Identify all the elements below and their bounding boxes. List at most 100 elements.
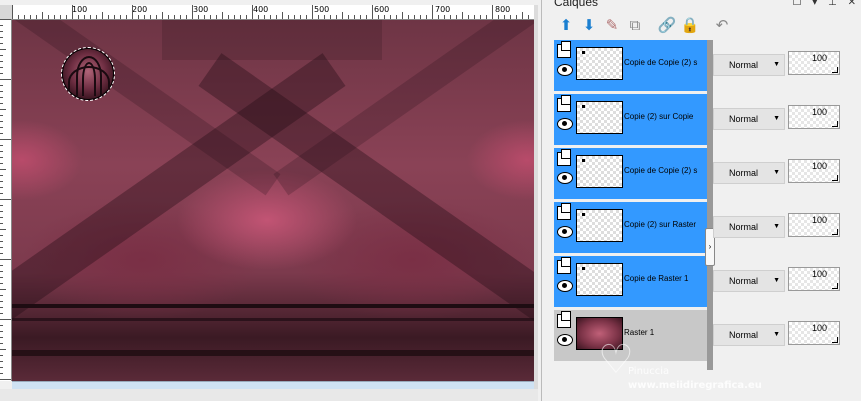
layer-group-icon[interactable] — [557, 149, 571, 166]
ruler-tick — [0, 157, 3, 158]
layer-row[interactable]: Copie (2) sur Copie — [554, 94, 707, 148]
ruler-tick — [0, 313, 3, 314]
ruler-tick — [0, 247, 3, 248]
opacity-field[interactable]: 100 — [788, 213, 840, 237]
ruler-tick — [294, 15, 295, 19]
ruler-tick — [498, 15, 499, 19]
ruler-tick — [0, 235, 3, 236]
ruler-tick — [0, 373, 3, 374]
ruler-tick — [0, 145, 3, 146]
undo-icon[interactable]: ↶ — [712, 16, 732, 36]
layer-properties: Normal ▼ 100 — [713, 40, 861, 91]
eye-icon[interactable] — [557, 64, 573, 76]
ruler-tick — [0, 289, 6, 290]
ruler-tick — [0, 283, 3, 284]
ruler-tick — [258, 15, 259, 19]
ruler-tick — [0, 163, 3, 164]
chevron-down-icon[interactable]: ▾ — [812, 0, 817, 8]
eye-icon[interactable] — [557, 172, 573, 184]
restore-icon[interactable]: ☐ — [793, 0, 802, 8]
layer-group-icon[interactable] — [557, 257, 571, 274]
ruler-tick — [408, 15, 409, 19]
pin-icon[interactable]: ⊥ — [828, 0, 837, 8]
vertical-scrollbar[interactable] — [534, 5, 538, 389]
ruler-tick — [36, 15, 37, 19]
canvas-shape — [198, 53, 534, 327]
ruler-tick — [0, 97, 3, 98]
close-icon[interactable]: ✕ — [848, 0, 856, 8]
ruler-tick — [486, 15, 487, 19]
ruler-tick — [0, 337, 3, 338]
opacity-field[interactable]: 100 — [788, 105, 840, 129]
layer-group-icon[interactable] — [557, 311, 571, 328]
duplicate-icon[interactable]: ⧉ — [625, 16, 645, 36]
eye-icon[interactable] — [557, 280, 573, 292]
ruler-tick — [0, 31, 3, 32]
layer-row[interactable]: Copie de Raster 1 — [554, 256, 707, 310]
layer-name: Copie (2) sur Copie — [624, 112, 694, 121]
chevron-down-icon: ▼ — [773, 223, 780, 230]
layer-group-icon[interactable] — [557, 203, 571, 220]
layer-thumbnail — [576, 101, 623, 134]
ruler-tick — [0, 259, 11, 260]
blend-mode-select[interactable]: Normal ▼ — [713, 216, 785, 238]
ruler-tick — [336, 15, 337, 19]
ruler-tick — [282, 12, 283, 19]
layer-list: Copie de Copie (2) s Copie (2) sur Copie… — [554, 40, 707, 365]
ruler-tick — [12, 5, 13, 19]
arrange-up-icon[interactable]: ⬆ — [556, 16, 576, 36]
ruler-tick — [156, 15, 157, 19]
layer-thumbnail — [576, 155, 623, 188]
layer-row[interactable]: Copie de Copie (2) s — [554, 40, 707, 94]
brush-icon[interactable]: ✎ — [602, 16, 622, 36]
ruler-tick — [0, 199, 11, 200]
ruler-tick — [48, 15, 49, 19]
ruler-tick — [366, 15, 367, 19]
ruler-tick — [0, 379, 11, 380]
ruler-tick — [270, 15, 271, 19]
ruler-label: 200 — [132, 5, 148, 14]
ruler-tick — [234, 15, 235, 19]
layer-group-icon[interactable] — [557, 95, 571, 112]
ruler-label: 100 — [72, 5, 88, 14]
arrange-down-icon[interactable]: ⬇ — [579, 16, 599, 36]
layer-row[interactable]: Copie de Copie (2) s — [554, 148, 707, 202]
link-icon[interactable]: 🔗 — [657, 16, 677, 36]
ruler-tick — [120, 15, 121, 19]
ruler-tick — [0, 277, 3, 278]
blend-mode-select[interactable]: Normal ▼ — [713, 270, 785, 292]
ruler-tick — [0, 115, 3, 116]
blend-mode-select[interactable]: Normal ▼ — [713, 162, 785, 184]
ruler-tick — [0, 331, 3, 332]
ruler-tick — [450, 15, 451, 19]
canvas-band — [12, 350, 534, 356]
ruler-tick — [384, 15, 385, 19]
layer-properties: Normal ▼ 100 — [713, 256, 861, 307]
ruler-tick — [162, 12, 163, 19]
eye-icon[interactable] — [557, 118, 573, 130]
blend-mode-select[interactable]: Normal ▼ — [713, 108, 785, 130]
blend-mode-select[interactable]: Normal ▼ — [713, 54, 785, 76]
ruler-tick — [288, 15, 289, 19]
layer-name: Copie de Raster 1 — [624, 274, 689, 283]
ruler-tick — [0, 121, 3, 122]
opacity-field[interactable]: 100 — [788, 51, 840, 75]
layer-group-icon[interactable] — [557, 41, 571, 58]
ruler-tick — [246, 15, 247, 19]
eye-icon[interactable] — [557, 334, 573, 346]
eye-icon[interactable] — [557, 226, 573, 238]
opacity-field[interactable]: 100 — [788, 159, 840, 183]
opacity-field[interactable]: 100 — [788, 267, 840, 291]
ruler-tick — [0, 109, 6, 110]
lock-icon[interactable]: 🔒 — [680, 16, 700, 36]
ruler-tick — [0, 229, 6, 230]
ruler-tick — [312, 5, 313, 19]
layer-row[interactable]: Copie (2) sur Raster — [554, 202, 707, 256]
ruler-tick — [462, 12, 463, 19]
ruler-tick — [126, 15, 127, 19]
ruler-tick — [324, 15, 325, 19]
ruler-tick — [30, 15, 31, 19]
ruler-tick — [0, 265, 3, 266]
canvas-band — [12, 304, 534, 308]
ruler-tick — [198, 15, 199, 19]
